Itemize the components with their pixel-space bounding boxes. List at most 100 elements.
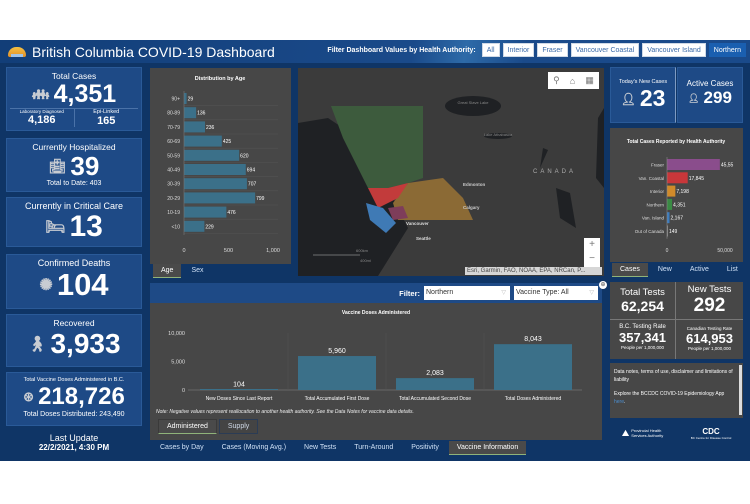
x-tick-label: 500 xyxy=(224,248,233,254)
data-label: 2,167 xyxy=(671,216,684,222)
basemap-gallery-icon[interactable]: ▦ xyxy=(585,75,594,86)
walking-person-icon: 🚶︎ xyxy=(27,336,47,353)
data-label: 136 xyxy=(197,111,206,117)
filter-northern-button[interactable]: Northern xyxy=(708,43,746,57)
here-link[interactable]: here xyxy=(614,399,624,405)
tab-list[interactable]: List xyxy=(719,263,746,277)
filter-interior-button[interactable]: Interior xyxy=(502,43,535,57)
zoom-out-button[interactable]: − xyxy=(584,252,600,266)
data-label: 2,083 xyxy=(426,370,444,377)
chevron-down-icon: ▽ xyxy=(501,290,506,296)
map-label-vancouver: Vancouver xyxy=(406,221,429,226)
home-icon[interactable]: ⌂ xyxy=(570,76,575,86)
lab-diagnosed-value: 4,186 xyxy=(27,114,56,126)
data-label: 4,351 xyxy=(673,202,686,208)
bar xyxy=(667,185,676,197)
bccdc-logo-text: BC Centre for Disease Control xyxy=(690,435,732,440)
y-tick-label: 0 xyxy=(182,388,185,394)
bc-map-icon: ⛰ xyxy=(621,427,630,438)
hudson-bay xyxy=(596,108,604,188)
age-distribution-panel: Distribution by Age 90+ 29 80-89 136 70-79 236… xyxy=(150,68,291,264)
y-tick-label: Out of Canada xyxy=(635,229,665,234)
y-tick-label: <10 xyxy=(172,224,181,230)
tab-positivity[interactable]: Positivity xyxy=(403,441,447,455)
y-tick-label: 80-89 xyxy=(167,111,180,117)
hospitalized-card: Currently Hospitalized 🏥︎ 39 Total to Da… xyxy=(6,138,142,192)
data-notes-panel: Data notes, terms of use, disclaimer and… xyxy=(610,363,743,418)
scale-mi: 400mi xyxy=(360,258,371,263)
last-update-label: Last Update xyxy=(49,433,99,443)
person-icon: 👤︎ xyxy=(688,92,700,103)
filter-all-button[interactable]: All xyxy=(481,43,500,57)
search-icon[interactable]: ⚲ xyxy=(553,75,560,86)
x-tick-label: 0 xyxy=(666,248,669,254)
tab-sex[interactable]: Sex xyxy=(183,264,211,278)
tests-panel: Total Tests 62,254 New Tests 292 B.C. Te… xyxy=(610,282,743,359)
bar xyxy=(667,172,688,184)
map[interactable]: Great Slave Lake Lake Athabasca Edmonton… xyxy=(298,68,604,276)
x-tick-label: Total Doses Administered xyxy=(505,396,562,402)
expand-icon[interactable]: ⊕ xyxy=(599,281,607,289)
map-attribution: Esri, Garmin, FAO, NOAA, EPA, NRCan, P..… xyxy=(465,267,602,275)
tab-new[interactable]: New xyxy=(650,263,680,277)
tab-cases[interactable]: Cases xyxy=(612,263,648,277)
vaccine-card: Total Vaccine Doses Administered in B.C.… xyxy=(6,372,142,426)
tab-vaccine-information[interactable]: Vaccine Information xyxy=(448,441,527,455)
bed-icon: 🛏︎ xyxy=(45,219,66,236)
filter-vancouver-coastal-button[interactable]: Vancouver Coastal xyxy=(570,43,640,57)
health-authority-select[interactable]: Northern ▽ xyxy=(424,286,510,300)
y-tick-label: Van. Island xyxy=(642,216,665,221)
phsa-logo: ⛰ Provincial Health Services Authority xyxy=(622,428,668,439)
tab-cases-moving-avg[interactable]: Cases (Moving Avg.) xyxy=(214,441,294,455)
bar xyxy=(184,121,206,133)
bar xyxy=(667,159,720,170)
tab-administered[interactable]: Administered xyxy=(158,419,217,434)
phsa-logo-text: Provincial Health Services Authority xyxy=(631,428,664,438)
lake-shape xyxy=(540,148,548,168)
x-tick-label: New Doses Since Last Report xyxy=(206,396,273,402)
age-tabs: Age Sex xyxy=(153,264,212,278)
explore-tail: . xyxy=(624,399,626,405)
y-tick-label: Interior xyxy=(650,189,665,194)
vaccine-seal-icon: ⊛ xyxy=(23,389,35,404)
bar xyxy=(667,198,673,210)
virus-icon: ✺ xyxy=(39,277,53,294)
x-tick-label: 50,000 xyxy=(717,248,733,254)
health-authority-tabs: Cases New Active List xyxy=(612,263,746,277)
y-tick-label: 50-59 xyxy=(167,153,180,159)
bc-sun-logo-icon xyxy=(8,46,26,57)
scrollbar[interactable] xyxy=(739,365,742,415)
filter-vancouver-island-button[interactable]: Vancouver Island xyxy=(642,43,706,57)
chart-title: Total Cases Reported by Health Authority xyxy=(627,139,726,145)
bar xyxy=(184,192,256,204)
header: British Columbia COVID-19 Dashboard Filt… xyxy=(0,40,750,63)
tab-new-tests[interactable]: New Tests xyxy=(296,441,344,455)
bar xyxy=(667,212,670,224)
bar xyxy=(184,149,240,161)
tab-active[interactable]: Active xyxy=(682,263,717,277)
tab-age[interactable]: Age xyxy=(153,264,182,278)
person-icon: 👤︎ xyxy=(620,91,636,106)
tab-supply[interactable]: Supply xyxy=(218,419,259,434)
canadian-testing-rate: Canadian Testing Rate 614,953 People per… xyxy=(676,320,743,359)
x-tick-label: 0 xyxy=(182,248,185,254)
y-tick-label: 10-19 xyxy=(167,210,180,216)
epi-linked-value: 165 xyxy=(97,115,116,127)
bottom-tabs: Cases by Day Cases (Moving Avg.) New Tes… xyxy=(152,441,527,455)
data-label: 476 xyxy=(227,210,236,216)
vaccine-type-select[interactable]: Vaccine Type: All ▽ xyxy=(514,286,598,300)
active-cases-value: 299 xyxy=(703,88,732,107)
recovered-value: 3,933 xyxy=(50,328,121,359)
new-cases-card: Today's New Cases 👤︎ 23 xyxy=(610,67,676,123)
filter-fraser-button[interactable]: Fraser xyxy=(537,43,568,57)
zoom-in-button[interactable]: + xyxy=(584,238,600,252)
y-tick-label: 10,000 xyxy=(168,331,185,337)
tab-turn-around[interactable]: Turn-Around xyxy=(346,441,401,455)
tab-cases-by-day[interactable]: Cases by Day xyxy=(152,441,212,455)
zoom-controls: + − xyxy=(584,238,600,268)
data-notes-text[interactable]: Data notes, terms of use, disclaimer and… xyxy=(614,368,735,384)
bar xyxy=(184,164,246,175)
new-tests-value: 292 xyxy=(693,295,726,316)
vaccine-subtabs: Administered Supply xyxy=(158,419,259,434)
data-label: 620 xyxy=(240,153,249,159)
